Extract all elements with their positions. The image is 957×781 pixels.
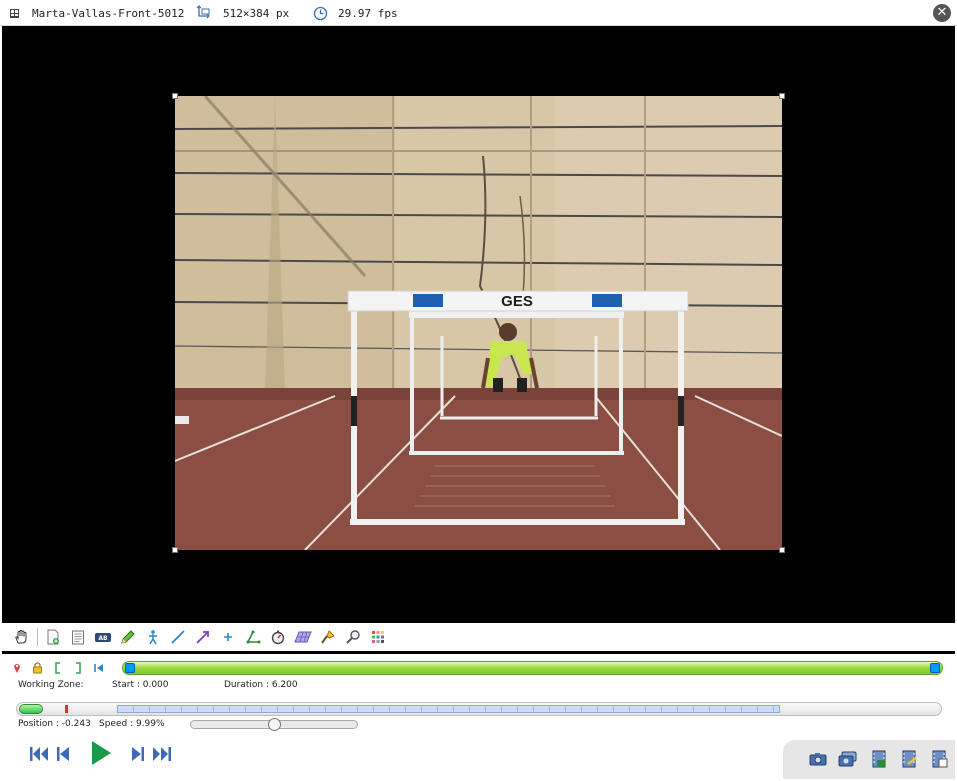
resolution-icon <box>196 0 212 26</box>
close-icon[interactable]: ✕ <box>933 4 951 22</box>
file-info-bar: Marta-Vallas-Front-5012 512×384 px 29.97… <box>0 0 957 26</box>
multi-snapshot-icon[interactable] <box>838 750 858 768</box>
color-profile-icon[interactable] <box>367 626 389 648</box>
first-frame-icon[interactable] <box>28 743 50 765</box>
svg-text:AB: AB <box>98 635 108 642</box>
cache-segments <box>117 705 780 713</box>
human-model-icon[interactable] <box>142 626 164 648</box>
lock-icon[interactable] <box>31 662 43 674</box>
working-zone-label: Working Zone: <box>18 680 84 690</box>
cross-marker-icon[interactable] <box>217 626 239 648</box>
file-grid-icon <box>10 0 19 26</box>
angle-icon[interactable] <box>242 626 264 648</box>
hurdle-text: GES <box>501 293 533 310</box>
keyframe-marker[interactable] <box>65 705 68 713</box>
save-video-icon[interactable] <box>869 750 889 768</box>
snapshot-icon[interactable] <box>808 750 828 768</box>
arrow-icon[interactable] <box>192 626 214 648</box>
previous-frame-icon[interactable] <box>52 743 74 765</box>
export-frames-icon[interactable] <box>929 750 949 768</box>
zone-end-handle[interactable] <box>930 663 940 673</box>
timeline-navigator[interactable] <box>16 702 942 716</box>
zone-start-label: Start : 0.000 <box>112 680 169 690</box>
speed-slider[interactable] <box>190 718 358 731</box>
drawing-toolbar: AB <box>2 624 955 650</box>
grid-plane-icon[interactable] <box>292 626 314 648</box>
filename-label: Marta-Vallas-Front-5012 <box>32 6 185 20</box>
spotlight-icon[interactable] <box>317 626 339 648</box>
export-toolbar <box>783 740 955 779</box>
video-viewer[interactable]: GES <box>2 26 955 623</box>
speed-label: Speed : 9.99% <box>99 719 165 729</box>
add-keyframe-icon[interactable] <box>42 626 64 648</box>
video-frame[interactable]: GES <box>175 96 782 550</box>
comment-icon[interactable] <box>67 626 89 648</box>
hand-icon[interactable] <box>10 626 32 648</box>
next-frame-icon[interactable] <box>127 743 149 765</box>
framerate-icon <box>313 0 328 26</box>
marker-icon[interactable] <box>11 662 23 674</box>
video-frame-image: GES <box>175 96 782 550</box>
set-zone-end-icon[interactable] <box>72 662 84 674</box>
working-zone-bar[interactable] <box>122 661 943 675</box>
zone-to-start-icon[interactable] <box>93 662 105 674</box>
position-label: Position : -0.243 <box>18 719 91 729</box>
play-icon[interactable] <box>86 737 116 769</box>
speed-slider-knob[interactable] <box>268 718 281 731</box>
resolution-label: 512×384 px <box>223 6 290 20</box>
label-icon[interactable]: AB <box>92 626 114 648</box>
chrono-icon[interactable] <box>267 626 289 648</box>
frame-resize-handle-br[interactable] <box>779 547 785 553</box>
zone-start-handle[interactable] <box>125 663 135 673</box>
player-panel: Working Zone: Start : 0.000 Duration : 6… <box>2 654 955 779</box>
zone-duration-label: Duration : 6.200 <box>224 680 298 690</box>
frame-resize-handle-tr[interactable] <box>779 93 785 99</box>
magnifier-icon[interactable] <box>342 626 364 648</box>
line-icon[interactable] <box>167 626 189 648</box>
frame-resize-handle-tl[interactable] <box>172 93 178 99</box>
timeline-cursor[interactable] <box>19 704 43 714</box>
export-video-icon[interactable] <box>899 750 919 768</box>
toolbar-separator <box>37 628 38 646</box>
pencil-icon[interactable] <box>117 626 139 648</box>
last-frame-icon[interactable] <box>151 743 173 765</box>
framerate-label: 29.97 fps <box>338 6 398 20</box>
set-zone-start-icon[interactable] <box>52 662 64 674</box>
frame-resize-handle-bl[interactable] <box>172 547 178 553</box>
